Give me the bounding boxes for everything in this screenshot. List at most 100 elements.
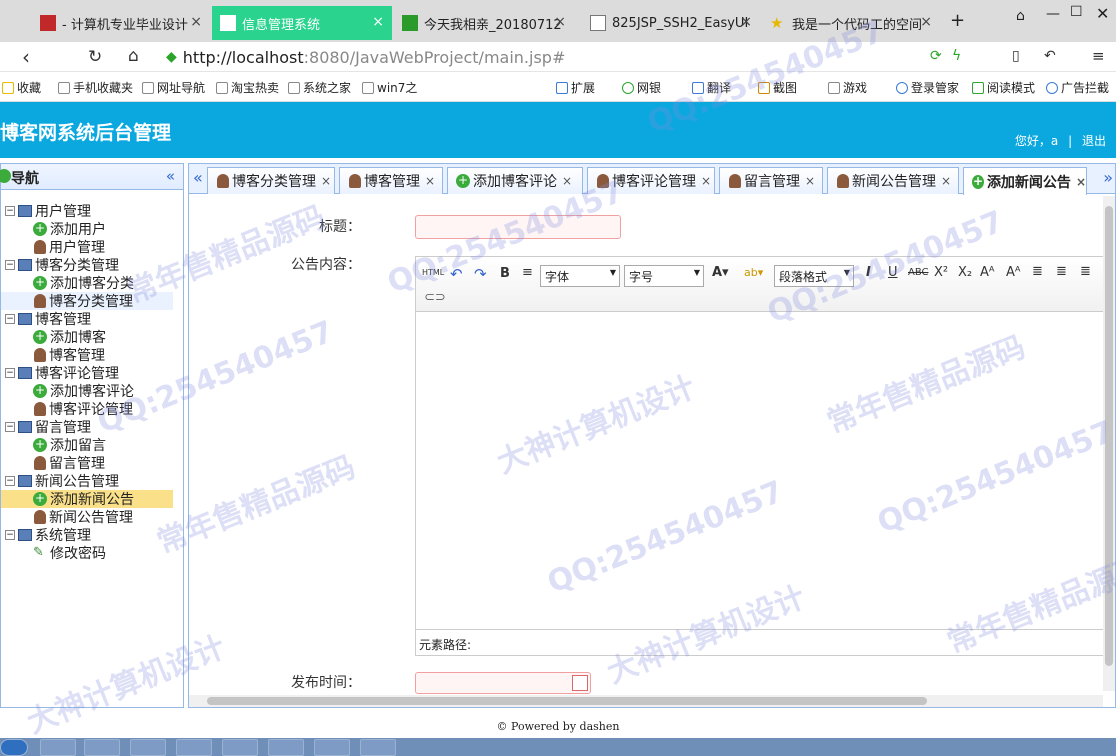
browser-tab-5[interactable]: ★ 我是一个代码工的空间 × (762, 6, 940, 40)
html-source-button[interactable]: HTML (422, 268, 444, 277)
page-tab[interactable]: 新闻公告管理 × (827, 167, 959, 194)
close-icon[interactable]: × (562, 174, 572, 188)
collapse-toggle-icon[interactable]: − (5, 368, 15, 378)
tabs-scroll-left-icon[interactable]: « (193, 168, 203, 187)
close-icon[interactable]: × (372, 14, 384, 30)
font-increase-icon[interactable]: Aᴬ (980, 265, 995, 280)
logout-link[interactable]: 退出 (1082, 134, 1106, 148)
sidebar-item[interactable]: 博客分类管理 (1, 292, 173, 310)
sidebar-item[interactable]: + 添加博客 (33, 328, 106, 346)
page-tab[interactable]: + 添加新闻公告 × (963, 167, 1087, 195)
close-icon[interactable]: × (805, 174, 815, 188)
close-icon[interactable]: × (740, 14, 752, 30)
close-icon[interactable]: × (425, 174, 435, 188)
font-size-select[interactable]: 字号 ▼ (624, 265, 704, 287)
browser-tab-4[interactable]: 825JSP_SSH2_EasyUI × (582, 6, 760, 40)
highlight-icon[interactable]: ab▾ (744, 266, 763, 279)
bookmark-login-manager[interactable]: 登录管家 (896, 79, 959, 96)
sidebar-group[interactable]: − 博客分类管理 (5, 256, 119, 274)
back-icon[interactable]: ‹ (22, 45, 30, 69)
collapse-toggle-icon[interactable]: − (5, 422, 15, 432)
link-icon[interactable]: ⊂⊃ (424, 290, 446, 305)
page-tab[interactable]: 留言管理 × (719, 167, 823, 194)
bookmark-bank[interactable]: 网银 (622, 79, 661, 96)
sidebar-group[interactable]: − 用户管理 (5, 202, 91, 220)
close-icon[interactable]: × (321, 174, 331, 188)
close-icon[interactable]: × (920, 14, 932, 30)
taskbar-qq-icon[interactable] (84, 739, 120, 756)
home-icon[interactable]: ⌂ (128, 46, 139, 66)
underline-icon[interactable]: U (888, 265, 898, 280)
phone-icon[interactable]: ▯ (1012, 48, 1020, 64)
bold-icon[interactable]: B (500, 266, 510, 281)
reload-icon[interactable]: ↻ (88, 47, 102, 67)
collapse-sidebar-button[interactable]: « (166, 167, 175, 185)
sidebar-item[interactable]: 留言管理 (33, 454, 105, 472)
sidebar-item[interactable]: 新闻公告管理 (33, 508, 133, 526)
collapse-toggle-icon[interactable]: − (5, 530, 15, 540)
close-icon[interactable]: × (190, 14, 202, 30)
sidebar-item[interactable]: 博客评论管理 (33, 400, 133, 418)
taskbar-app-icon[interactable] (360, 739, 396, 756)
taskbar-ie-icon[interactable] (40, 739, 76, 756)
sidebar-item[interactable]: 博客管理 (33, 346, 105, 364)
bookmark-translate[interactable]: 翻译 (692, 79, 731, 96)
browser-tab-1[interactable]: - 计算机专业毕业设计 × (32, 6, 210, 40)
collapse-toggle-icon[interactable]: − (5, 314, 15, 324)
bookmark-games[interactable]: 游戏 (828, 79, 867, 96)
page-tab[interactable]: 博客管理 × (339, 167, 443, 194)
scroll-thumb[interactable] (207, 697, 927, 705)
align-left-icon[interactable]: ≣ (1032, 264, 1043, 279)
bookmark-reading-mode[interactable]: 阅读模式 (972, 79, 1035, 96)
tabs-scroll-right-icon[interactable]: » (1103, 168, 1113, 187)
new-tab-button[interactable]: + (950, 10, 965, 31)
sidebar-group[interactable]: − 新闻公告管理 (5, 472, 119, 490)
taskbar-app-icon[interactable] (314, 739, 350, 756)
undo-icon[interactable]: ↶ (1044, 48, 1056, 64)
browser-tab-3[interactable]: 今天我相亲_20180712 × (394, 6, 574, 40)
taskbar-folder-icon[interactable] (176, 739, 212, 756)
page-tab[interactable]: 博客分类管理 × (207, 167, 335, 194)
close-icon[interactable]: × (1076, 175, 1086, 189)
sidebar-item[interactable]: + 添加博客评论 (33, 382, 134, 400)
taskbar-app-icon[interactable] (222, 739, 258, 756)
align-center-icon[interactable]: ≣ (1056, 264, 1067, 279)
browser-tab-active[interactable]: 信息管理系统 × (212, 6, 392, 40)
close-icon[interactable]: × (941, 174, 951, 188)
editor-content-area[interactable] (416, 313, 1104, 629)
minimize-icon[interactable]: — (1046, 6, 1060, 22)
bookmark-taobao[interactable]: 淘宝热卖 (216, 79, 279, 96)
undo-icon[interactable]: ↶ (450, 265, 463, 283)
sidebar-group[interactable]: − 博客评论管理 (5, 364, 119, 382)
sidebar-group[interactable]: − 留言管理 (5, 418, 91, 436)
strikethrough-icon[interactable]: ABC (908, 267, 929, 278)
sidebar-item[interactable]: + 添加博客分类 (33, 274, 134, 292)
sidebar-item[interactable]: 用户管理 (33, 238, 105, 256)
font-color-icon[interactable]: A▾ (712, 265, 729, 280)
sidebar-item[interactable]: + 添加用户 (33, 220, 106, 238)
sidebar-item[interactable]: + 添加留言 (33, 436, 106, 454)
font-decrease-icon[interactable]: Aᴬ (1006, 265, 1021, 280)
format-icon[interactable]: ≡ (522, 265, 533, 280)
scroll-thumb[interactable] (1105, 206, 1113, 666)
font-family-select[interactable]: 字体 ▼ (540, 265, 620, 287)
collapse-toggle-icon[interactable]: − (5, 206, 15, 216)
bookmark-screenshot[interactable]: 截图 (758, 79, 797, 96)
calendar-icon[interactable] (572, 675, 588, 691)
superscript-icon[interactable]: X² (934, 265, 948, 280)
close-icon[interactable]: × (701, 174, 711, 188)
maximize-icon[interactable]: ☐ (1070, 4, 1083, 20)
close-window-icon[interactable]: ✕ (1096, 4, 1109, 23)
vertical-scrollbar[interactable] (1103, 196, 1115, 691)
lightning-icon[interactable]: ϟ (952, 48, 961, 64)
shirt-icon[interactable]: ⌂ (1016, 8, 1025, 24)
bookmark-favorites[interactable]: 收藏 (2, 79, 41, 96)
redo-icon[interactable]: ↷ (474, 265, 487, 283)
sync-icon[interactable]: ⟳ (930, 48, 942, 64)
url-field[interactable]: ◆ http://localhost :8080/JavaWebProject/… (166, 45, 978, 69)
page-tab[interactable]: + 添加博客评论 × (447, 167, 583, 194)
page-tab[interactable]: 博客评论管理 × (587, 167, 715, 194)
sidebar-group[interactable]: − 系统管理 (5, 526, 91, 544)
close-icon[interactable]: × (554, 14, 566, 30)
collapse-toggle-icon[interactable]: − (5, 260, 15, 270)
